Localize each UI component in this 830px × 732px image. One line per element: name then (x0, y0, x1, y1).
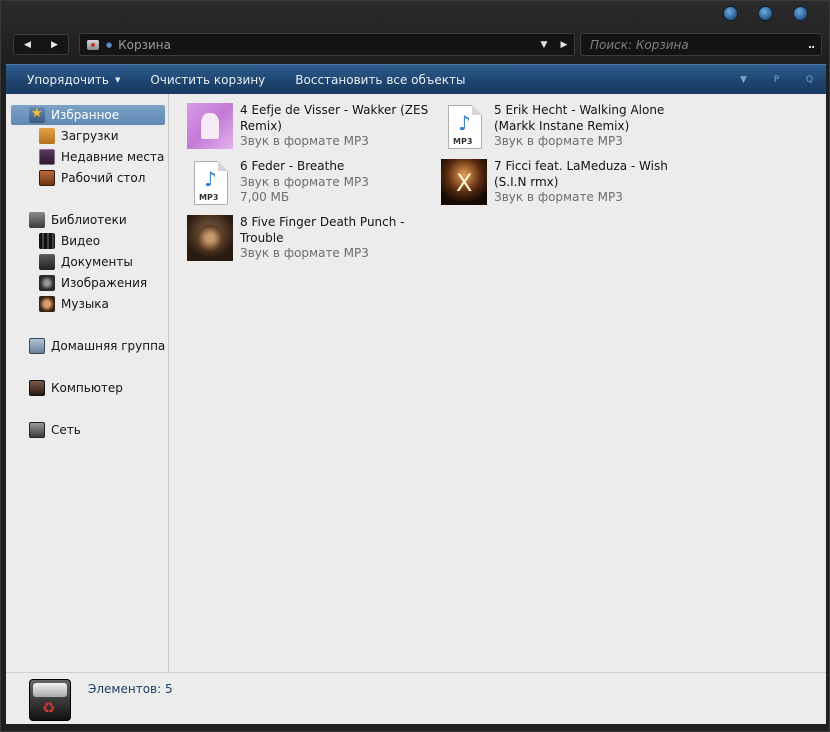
mp3-file-icon: ♪ MP3 (187, 159, 233, 205)
file-meta: 6 Feder - Breathe Звук в формате MP3 7,0… (240, 159, 435, 206)
music-library-icon (39, 296, 55, 312)
restore-all-label: Восстановить все объекты (295, 72, 466, 87)
command-bar: Упорядочить ▼ Очистить корзину Восстанов… (6, 64, 826, 94)
sidebar-item-documents[interactable]: Документы (39, 252, 133, 272)
sidebar-item-label: Домашняя группа (51, 339, 166, 353)
file-meta: 8 Five Finger Death Punch - Trouble Звук… (240, 215, 435, 262)
pictures-library-icon (39, 275, 55, 291)
sidebar-item-label: Видео (61, 234, 101, 248)
sidebar-item-label: Документы (61, 255, 133, 269)
search-icon[interactable]: .. (801, 38, 821, 51)
sidebar-item-pictures[interactable]: Изображения (39, 273, 147, 293)
organize-button[interactable]: Упорядочить ▼ (6, 73, 135, 87)
sidebar-item-label: Рабочий стол (61, 171, 146, 185)
sidebar-item-homegroup[interactable]: Домашняя группа (29, 336, 165, 356)
address-dropdown-icon[interactable]: ▼ (534, 40, 554, 50)
computer-icon (29, 380, 45, 396)
details-pane: ♻ Элементов: 5 (6, 672, 826, 724)
file-type: Звук в формате MP3 (494, 190, 623, 204)
file-name: 6 Feder - Breathe (240, 159, 345, 173)
restore-all-button[interactable]: Восстановить все объекты (280, 73, 480, 87)
file-type: Звук в формате MP3 (240, 134, 369, 148)
empty-recycle-bin-button[interactable]: Очистить корзину (135, 73, 280, 87)
file-meta: 4 Eefje de Visser - Wakker (ZES Remix) З… (240, 103, 435, 150)
sidebar-item-label: Библиотеки (51, 213, 127, 227)
address-bar[interactable]: ● Корзина ▼ ▶ (79, 33, 575, 56)
file-list: 4 Eefje de Visser - Wakker (ZES Remix) З… (169, 94, 826, 672)
recent-places-icon (39, 149, 55, 165)
caption-buttons (724, 7, 807, 20)
downloads-folder-icon (39, 128, 55, 144)
sidebar-item-label: Сеть (51, 423, 81, 437)
network-icon (29, 422, 45, 438)
sidebar-item-video[interactable]: Видео (39, 231, 100, 251)
sidebar-item-label: Избранное (51, 108, 120, 122)
forward-button[interactable]: ▶ (41, 35, 68, 54)
file-name: 8 Five Finger Death Punch - Trouble (240, 215, 405, 245)
file-meta: 7 Ficci feat. LaMeduza - Wish (S.I.N rmx… (494, 159, 689, 206)
empty-recycle-bin-label: Очистить корзину (150, 72, 266, 87)
mp3-file-icon: ♪ MP3 (441, 103, 487, 149)
recycle-bin-icon: ♻ (29, 679, 71, 721)
file-name: 7 Ficci feat. LaMeduza - Wish (S.I.N rmx… (494, 159, 668, 189)
sidebar-item-label: Компьютер (51, 381, 123, 395)
sidebar-item-downloads[interactable]: Загрузки (39, 126, 119, 146)
breadcrumb-recycle-bin[interactable]: Корзина (118, 38, 534, 52)
sidebar-item-libraries[interactable]: Библиотеки (29, 210, 127, 230)
item-count: Элементов: 5 (88, 682, 173, 696)
sidebar-item-network[interactable]: Сеть (29, 420, 81, 440)
help-icon[interactable]: Q (793, 75, 826, 85)
video-library-icon (39, 233, 55, 249)
refresh-icon[interactable]: ▶ (554, 40, 574, 50)
sidebar-item-desktop[interactable]: Рабочий стол (39, 168, 145, 188)
album-art (187, 103, 233, 149)
back-button[interactable]: ◀ (14, 35, 41, 54)
list-item[interactable]: 4 Eefje de Visser - Wakker (ZES Remix) З… (187, 103, 437, 157)
search-input[interactable]: Поиск: Корзина (581, 38, 801, 52)
separator-icon[interactable]: ● (106, 41, 112, 49)
file-type: Звук в формате MP3 (240, 246, 369, 260)
recycle-bin-icon (86, 38, 102, 52)
list-item[interactable]: 7 Ficci feat. LaMeduza - Wish (S.I.N rmx… (441, 159, 691, 213)
list-item[interactable]: ♪ MP3 5 Erik Hecht - Walking Alone (Markk… (441, 103, 691, 157)
sidebar-item-computer[interactable]: Компьютер (29, 378, 123, 398)
sidebar-item-label: Недавние места (61, 150, 165, 164)
close-button[interactable] (794, 7, 807, 20)
album-art (187, 215, 233, 261)
documents-library-icon (39, 254, 55, 270)
sidebar-item-recent-places[interactable]: Недавние места (39, 147, 164, 167)
mp3-label: MP3 (453, 137, 473, 146)
search-box[interactable]: Поиск: Корзина .. (580, 33, 822, 56)
sidebar-item-music[interactable]: Музыка (39, 294, 109, 314)
file-name: 5 Erik Hecht - Walking Alone (Markk Inst… (494, 103, 665, 133)
sidebar-item-label: Загрузки (61, 129, 119, 143)
navigation-buttons: ◀ ▶ (13, 34, 69, 55)
libraries-icon (29, 212, 45, 228)
chevron-down-icon: ▼ (114, 75, 121, 84)
file-type: Звук в формате MP3 (494, 134, 623, 148)
mp3-label: MP3 (199, 193, 219, 202)
change-view-icon[interactable]: ▼ (727, 75, 760, 85)
file-type: Звук в формате MP3 (240, 174, 369, 189)
sidebar-item-favorites[interactable]: Избранное (11, 105, 165, 125)
minimize-button[interactable] (724, 7, 737, 20)
preview-pane-icon[interactable]: P (760, 75, 793, 85)
list-item[interactable]: 8 Five Finger Death Punch - Trouble Звук… (187, 215, 437, 269)
sidebar-item-label: Музыка (61, 297, 109, 311)
album-art (441, 159, 487, 205)
file-meta: 5 Erik Hecht - Walking Alone (Markk Inst… (494, 103, 689, 150)
file-name: 4 Eefje de Visser - Wakker (ZES Remix) (240, 103, 429, 133)
list-item[interactable]: ♪ MP3 6 Feder - Breathe Звук в формате MP… (187, 159, 437, 213)
navigation-pane: Избранное Загрузки Недавние места Рабочи… (6, 94, 169, 672)
sidebar-item-label: Изображения (61, 276, 148, 290)
maximize-button[interactable] (759, 7, 772, 20)
view-controls: ▼ P Q (727, 75, 826, 85)
file-size: 7,00 МБ (240, 190, 290, 204)
favorites-star-icon (29, 106, 45, 123)
homegroup-icon (29, 338, 45, 354)
explorer-window: ◀ ▶ ● Корзина ▼ ▶ Поиск: Корзина .. Упор… (0, 0, 830, 732)
desktop-icon (39, 170, 55, 186)
organize-label: Упорядочить (27, 72, 109, 87)
